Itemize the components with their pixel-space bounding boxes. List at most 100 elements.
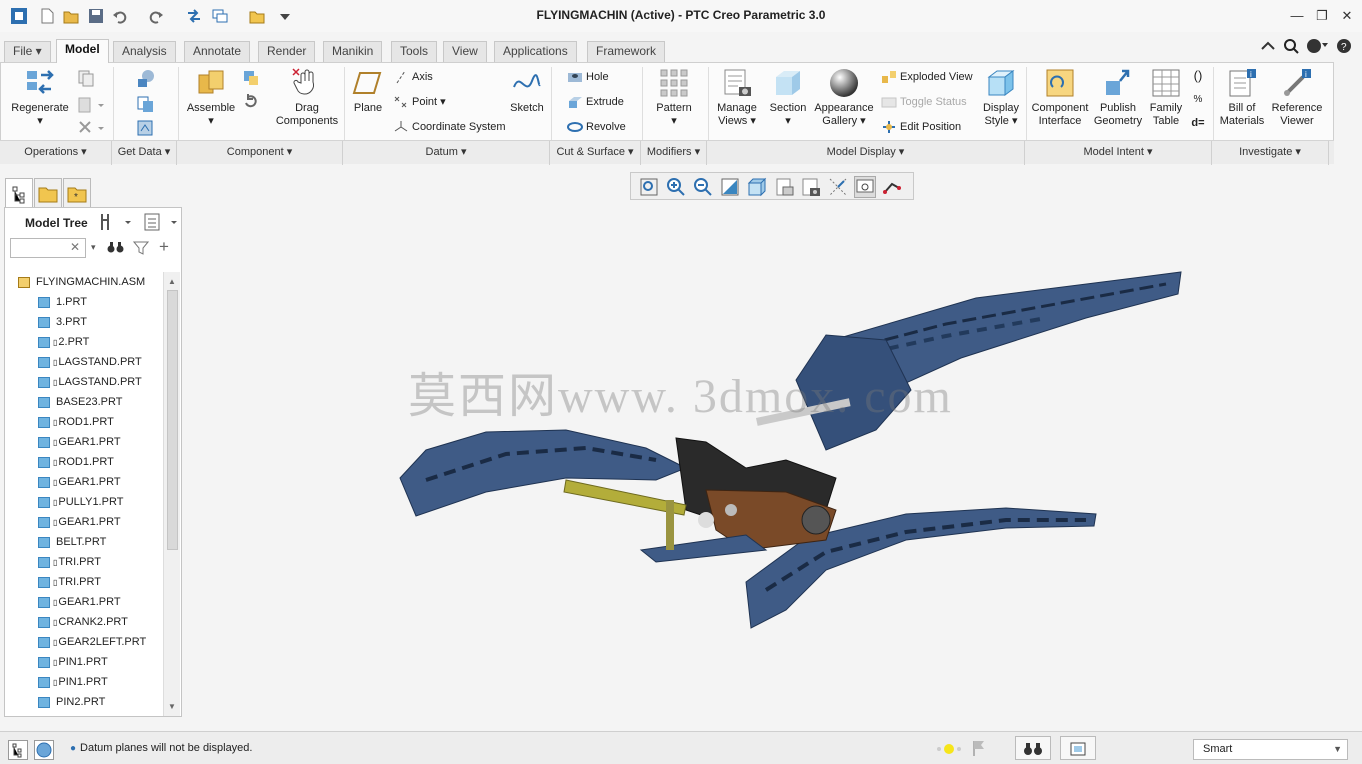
group-modifiers[interactable]: Modifiers ▾ <box>641 141 707 165</box>
tree-item[interactable]: ▯GEAR1.PRT <box>38 592 121 612</box>
filter-icon[interactable] <box>132 240 150 259</box>
create-component-icon[interactable] <box>241 69 261 91</box>
group-operations[interactable]: Operations ▾ <box>0 141 112 165</box>
tab-render[interactable]: Render <box>258 41 316 62</box>
tree-item[interactable]: ▯PIN1.PRT <box>38 652 108 672</box>
show-browser-icon[interactable] <box>34 740 54 760</box>
repeat-icon[interactable] <box>241 93 261 115</box>
group-cut-surface[interactable]: Cut & Surface ▾ <box>550 141 641 165</box>
tree-item[interactable]: ▯TRI.PRT <box>38 552 101 572</box>
datum-display-icon[interactable] <box>881 176 903 198</box>
tree-item[interactable]: ▯GEAR1.PRT <box>38 432 121 452</box>
tree-item[interactable]: ▯GEAR1.PRT <box>38 512 121 532</box>
assemble-button[interactable]: Assemble ▾ <box>183 67 239 128</box>
copy-icon[interactable] <box>75 69 97 91</box>
group-model-intent[interactable]: Model Intent ▾ <box>1025 141 1212 165</box>
reference-viewer-button[interactable]: i Reference Viewer <box>1269 67 1325 128</box>
tree-item[interactable]: 1.PRT <box>38 292 87 312</box>
plane-button[interactable]: Plane <box>349 67 387 115</box>
component-interface-button[interactable]: Component Interface <box>1029 67 1091 128</box>
regenerate-button[interactable]: Regenerate ▾ <box>9 67 71 128</box>
tree-item[interactable]: ▯2.PRT <box>38 332 89 352</box>
regeneration-status-icon[interactable] <box>935 741 965 760</box>
tree-item[interactable]: BASE23.PRT <box>38 392 122 412</box>
tree-columns-icon[interactable] <box>143 212 179 235</box>
tree-item[interactable]: ▯PIN1.PRT <box>38 672 108 692</box>
folder-browser-tab[interactable] <box>34 178 62 208</box>
clear-search-icon[interactable]: ✕ <box>70 240 80 254</box>
edit-position-button[interactable]: Edit Position <box>881 118 961 136</box>
tree-item[interactable]: BELT.PRT <box>38 532 106 552</box>
family-table-button[interactable]: Family Table <box>1147 67 1185 128</box>
display-style-button[interactable]: Display Style ▾ <box>979 67 1023 128</box>
refit-icon[interactable] <box>638 176 660 198</box>
relations-icon[interactable]: d= <box>1189 117 1207 130</box>
scroll-up-icon[interactable]: ▲ <box>168 277 176 286</box>
exploded-view-button[interactable]: Exploded View <box>881 68 973 86</box>
paste-icon[interactable] <box>75 96 107 118</box>
group-investigate[interactable]: Investigate ▾ <box>1212 141 1329 165</box>
tree-item[interactable]: ▯CRANK2.PRT <box>38 612 128 632</box>
tab-view[interactable]: View <box>443 41 487 62</box>
zoom-out-icon[interactable] <box>692 176 714 198</box>
tree-item[interactable]: ▯ROD1.PRT <box>38 452 114 472</box>
tab-applications[interactable]: Applications <box>494 41 577 62</box>
group-get-data[interactable]: Get Data ▾ <box>112 141 177 165</box>
tab-file[interactable]: File ▾ <box>4 41 51 62</box>
tree-item[interactable]: ▯TRI.PRT <box>38 572 101 592</box>
tree-item[interactable]: 3.PRT <box>38 312 87 332</box>
switch-dimensions-icon[interactable]: % <box>1189 93 1207 106</box>
extrude-button[interactable]: Extrude <box>567 93 624 111</box>
tree-scrollbar[interactable]: ▲ ▼ <box>163 272 180 716</box>
minimize-icon[interactable]: — <box>1287 8 1307 24</box>
select-box-button[interactable] <box>1060 736 1096 760</box>
tab-framework[interactable]: Framework <box>587 41 666 62</box>
binoculars-icon[interactable] <box>107 239 125 258</box>
favorites-tab[interactable]: * <box>63 178 91 208</box>
tab-annotate[interactable]: Annotate <box>184 41 251 62</box>
revolve-button[interactable]: Revolve <box>567 118 626 136</box>
zoom-in-icon[interactable] <box>665 176 687 198</box>
collapse-ribbon-icon[interactable] <box>1261 41 1275 50</box>
close-icon[interactable]: ✕ <box>1337 8 1357 24</box>
scroll-thumb[interactable] <box>167 290 178 550</box>
copy-geometry-icon[interactable] <box>134 94 158 118</box>
hole-button[interactable]: Hole <box>567 68 609 86</box>
search-icon[interactable] <box>1284 39 1296 51</box>
flag-icon[interactable] <box>972 740 986 759</box>
spin-center-icon[interactable] <box>854 176 876 198</box>
tree-item[interactable]: PIN2.PRT <box>38 692 105 712</box>
toggle-status-button[interactable]: Toggle Status <box>881 93 967 111</box>
shrinkwrap-icon[interactable] <box>134 118 158 142</box>
view-manager-icon[interactable] <box>800 176 822 198</box>
tree-settings-icon[interactable] <box>99 212 133 235</box>
axis-button[interactable]: Axis <box>393 68 433 86</box>
tree-item[interactable]: ▯GEAR2LEFT.PRT <box>38 632 146 652</box>
tab-tools[interactable]: Tools <box>391 41 438 62</box>
graphics-area[interactable]: 莫西网www. 3dmox. com <box>186 210 1362 725</box>
tab-model[interactable]: Model <box>56 39 109 63</box>
tree-item[interactable]: ▯PULLY1.PRT <box>38 492 123 512</box>
user-defined-feature-icon[interactable] <box>134 69 158 93</box>
pattern-button[interactable]: Pattern ▾ <box>651 67 697 128</box>
tree-item[interactable]: ▯LAGSTAND.PRT <box>38 352 142 372</box>
tree-item[interactable]: ▯ROD1.PRT <box>38 412 114 432</box>
model-tree-tab[interactable] <box>5 178 33 208</box>
search-dropdown-icon[interactable]: ▾ <box>91 242 96 253</box>
selection-filter-dropdown[interactable]: Smart ▼ <box>1193 739 1348 760</box>
group-datum[interactable]: Datum ▾ <box>343 141 550 165</box>
publish-geometry-button[interactable]: Publish Geometry <box>1091 67 1145 128</box>
group-model-display[interactable]: Model Display ▾ <box>707 141 1025 165</box>
tree-root-item[interactable]: FLYINGMACHIN.ASM <box>18 272 145 292</box>
show-navigator-icon[interactable] <box>8 740 28 760</box>
group-component[interactable]: Component ▾ <box>177 141 343 165</box>
tab-analysis[interactable]: Analysis <box>113 41 176 62</box>
appearance-gallery-button[interactable]: Appearance Gallery ▾ <box>812 67 876 128</box>
display-style-toolbar-icon[interactable] <box>746 176 768 198</box>
bill-of-materials-button[interactable]: i Bill of Materials <box>1215 67 1269 128</box>
tab-manikin[interactable]: Manikin <box>323 41 383 62</box>
section-button[interactable]: Section ▾ <box>766 67 810 128</box>
saved-orientations-icon[interactable] <box>773 176 795 198</box>
manage-views-button[interactable]: Manage Views ▾ <box>712 67 762 128</box>
flying-machine-model[interactable] <box>186 210 1362 725</box>
